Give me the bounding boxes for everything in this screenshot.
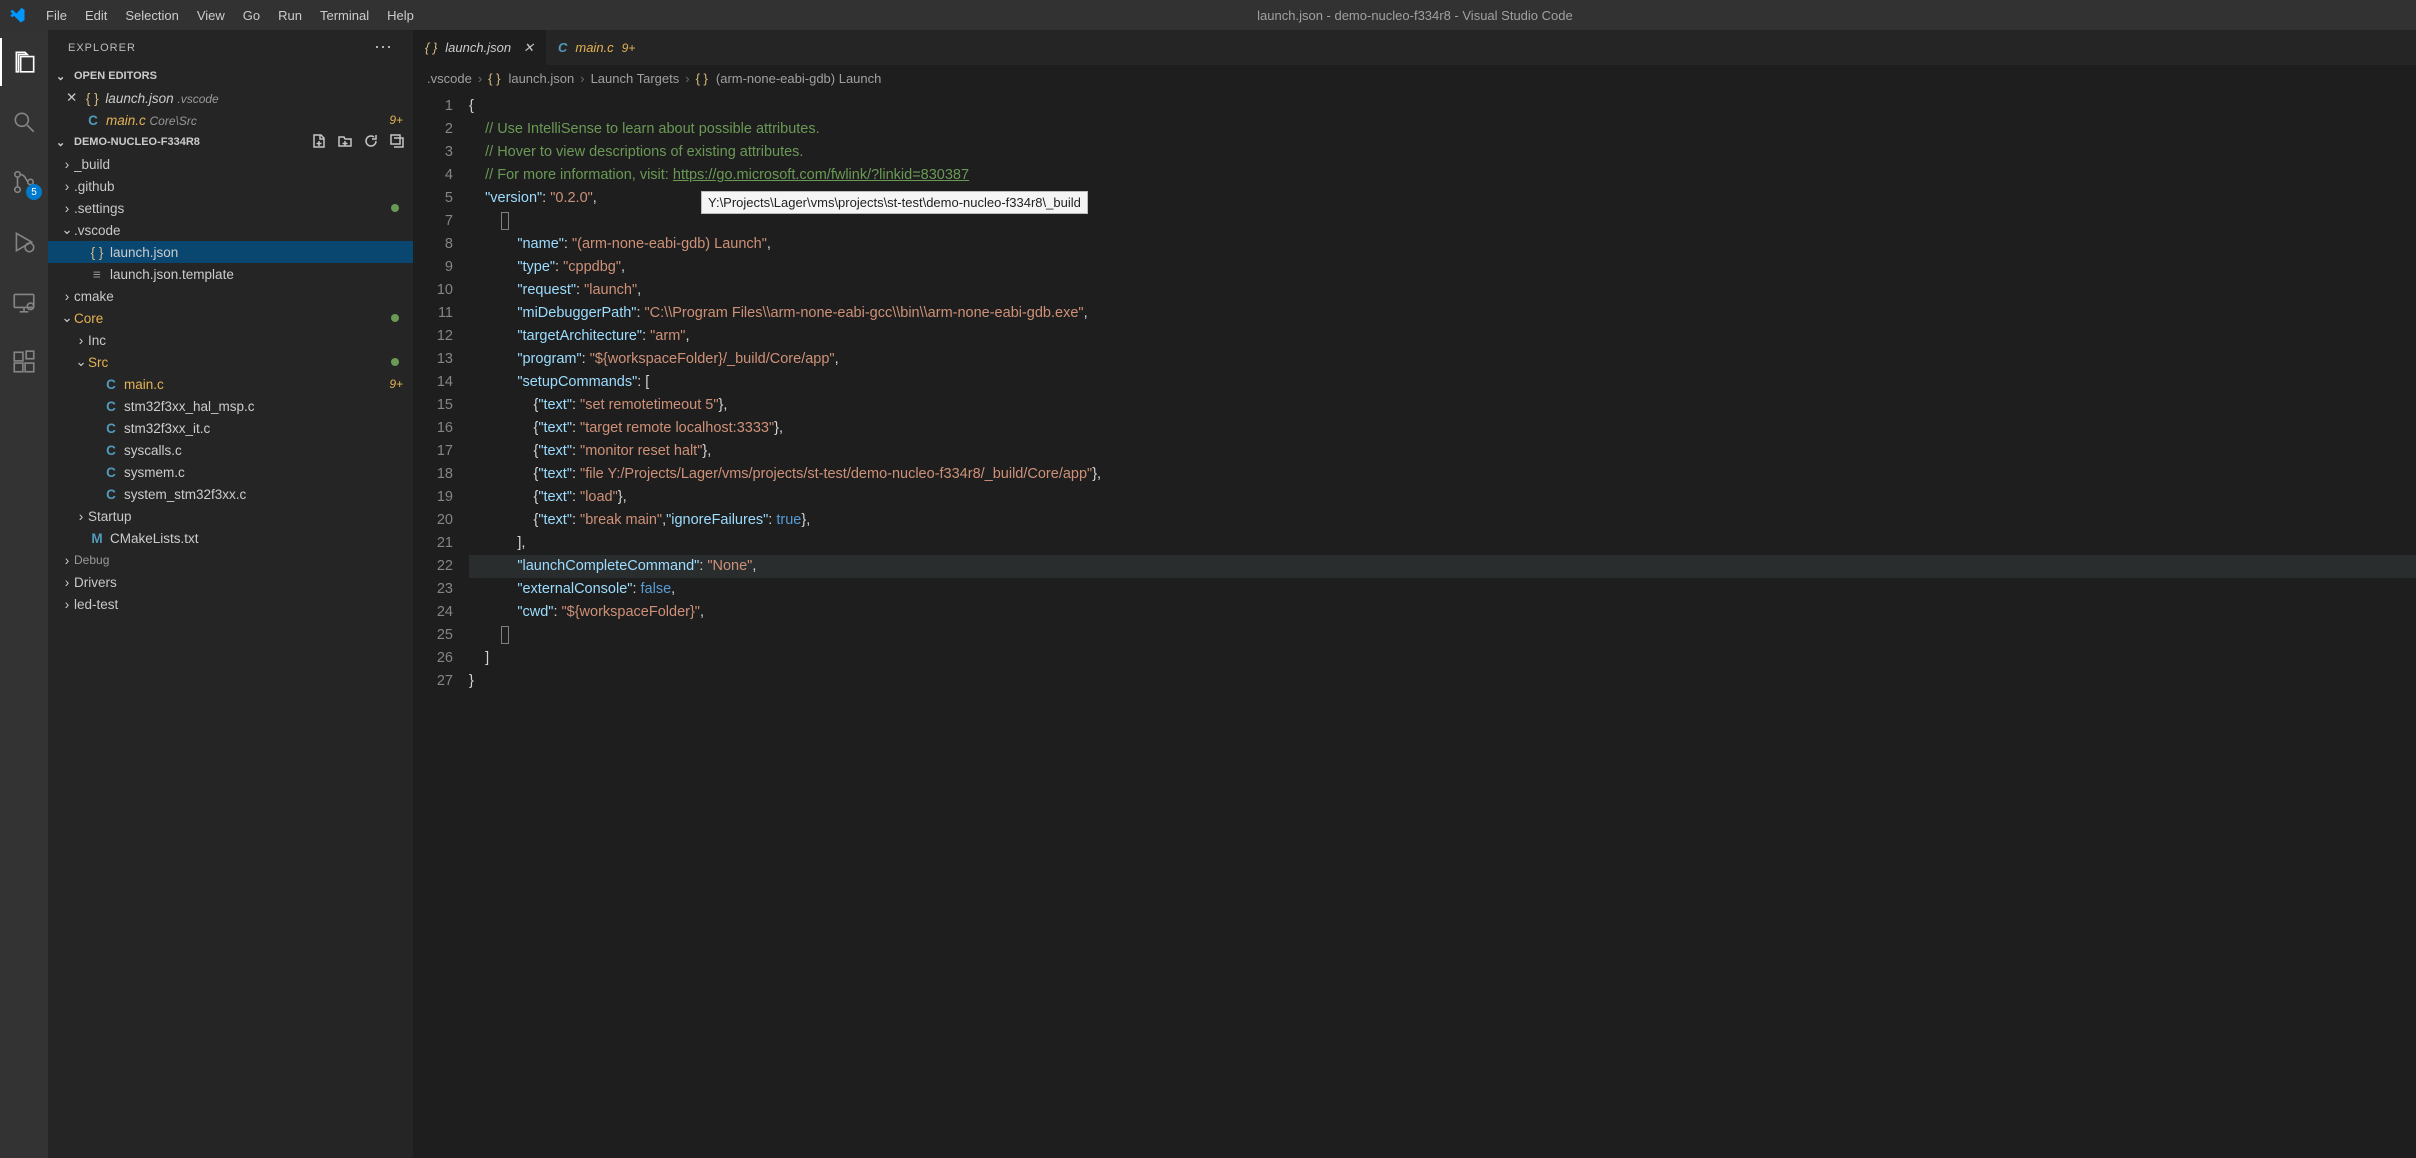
c-file-icon: C bbox=[84, 113, 102, 128]
menu-edit[interactable]: Edit bbox=[77, 4, 115, 27]
more-icon[interactable]: ⋯ bbox=[374, 37, 393, 58]
scm-badge: 5 bbox=[26, 184, 42, 200]
path-tooltip: Y:\Projects\Lager\vms\projects\st-test\d… bbox=[701, 191, 1088, 214]
file-item[interactable]: { }launch.json bbox=[48, 241, 413, 263]
file-item[interactable]: Csystem_stm32f3xx.c bbox=[48, 483, 413, 505]
folder-item[interactable]: ⌄Core bbox=[48, 307, 413, 329]
folder-item[interactable]: ›Debug bbox=[48, 549, 413, 571]
modified-dot-icon bbox=[391, 358, 399, 366]
menu-run[interactable]: Run bbox=[270, 4, 310, 27]
chevron-icon: › bbox=[60, 201, 74, 216]
activity-bar: 5 bbox=[0, 30, 48, 1158]
extensions-icon[interactable] bbox=[0, 338, 48, 386]
file-item[interactable]: ≡launch.json.template bbox=[48, 263, 413, 285]
file-item[interactable]: Cstm32f3xx_hal_msp.c bbox=[48, 395, 413, 417]
breadcrumb-item[interactable]: launch.json bbox=[508, 71, 574, 86]
menu-terminal[interactable]: Terminal bbox=[312, 4, 377, 27]
search-icon[interactable] bbox=[0, 98, 48, 146]
file-item[interactable]: Cmain.c9+ bbox=[48, 373, 413, 395]
project-header[interactable]: ⌄DEMO-NUCLEO-F334R8 bbox=[48, 131, 413, 153]
editor-tab[interactable]: Cmain.c9+ bbox=[546, 30, 647, 65]
vscode-logo-icon bbox=[8, 6, 26, 24]
folder-item[interactable]: ›cmake bbox=[48, 285, 413, 307]
file-item[interactable]: Csyscalls.c bbox=[48, 439, 413, 461]
breadcrumb-item[interactable]: .vscode bbox=[427, 71, 472, 86]
breadcrumb-item[interactable]: Launch Targets bbox=[591, 71, 680, 86]
chevron-icon: › bbox=[74, 509, 88, 524]
remote-icon[interactable] bbox=[0, 278, 48, 326]
file-item[interactable]: Csysmem.c bbox=[48, 461, 413, 483]
explorer-sidebar: EXPLORER ⋯ ⌄OPEN EDITORS ✕ { }launch.json… bbox=[48, 30, 413, 1158]
folder-item[interactable]: ⌄.vscode bbox=[48, 219, 413, 241]
modified-dot-icon bbox=[391, 314, 399, 322]
chevron-icon: › bbox=[60, 157, 74, 172]
explorer-title: EXPLORER bbox=[68, 42, 136, 54]
close-icon[interactable]: ✕ bbox=[66, 90, 77, 106]
menu-help[interactable]: Help bbox=[379, 4, 422, 27]
menu-view[interactable]: View bbox=[189, 4, 233, 27]
file-icon: C bbox=[102, 377, 120, 392]
file-icon: ≡ bbox=[88, 267, 106, 282]
chevron-icon: › bbox=[60, 179, 74, 194]
breadcrumbs[interactable]: .vscode›{ }launch.json›Launch Targets›{ … bbox=[413, 65, 2416, 91]
chevron-icon: ⌄ bbox=[74, 354, 88, 370]
file-icon: C bbox=[558, 40, 567, 55]
folder-item[interactable]: ›led-test bbox=[48, 593, 413, 615]
file-item[interactable]: Cstm32f3xx_it.c bbox=[48, 417, 413, 439]
breadcrumb-icon: { } bbox=[696, 71, 708, 86]
new-folder-icon[interactable] bbox=[337, 133, 353, 152]
file-item[interactable]: MCMakeLists.txt bbox=[48, 527, 413, 549]
breadcrumb-icon: { } bbox=[488, 71, 500, 86]
folder-item[interactable]: ›.settings bbox=[48, 197, 413, 219]
close-icon[interactable]: ✕ bbox=[523, 40, 534, 56]
open-editors-header[interactable]: ⌄OPEN EDITORS bbox=[48, 65, 413, 87]
explorer-icon[interactable] bbox=[0, 38, 48, 86]
file-icon: { } bbox=[88, 245, 106, 260]
editor: { }launch.json✕Cmain.c9+ .vscode›{ }laun… bbox=[413, 30, 2416, 1158]
menu-file[interactable]: File bbox=[38, 4, 75, 27]
folder-item[interactable]: ›.github bbox=[48, 175, 413, 197]
menu-go[interactable]: Go bbox=[235, 4, 268, 27]
open-editor-item[interactable]: ✕{ }launch.json .vscode bbox=[48, 87, 413, 109]
code-editor[interactable]: 1234578910111213141516171819202122232425… bbox=[413, 91, 2416, 1158]
chevron-icon: › bbox=[60, 575, 74, 590]
titlebar: FileEditSelectionViewGoRunTerminalHelp l… bbox=[0, 0, 2416, 30]
editor-tabs: { }launch.json✕Cmain.c9+ bbox=[413, 30, 2416, 65]
new-file-icon[interactable] bbox=[311, 133, 327, 152]
file-icon: C bbox=[102, 487, 120, 502]
folder-item[interactable]: ›_build bbox=[48, 153, 413, 175]
source-control-icon[interactable]: 5 bbox=[0, 158, 48, 206]
file-icon: { } bbox=[425, 40, 437, 55]
folder-item[interactable]: ⌄Src bbox=[48, 351, 413, 373]
file-icon: C bbox=[102, 421, 120, 436]
menu-selection[interactable]: Selection bbox=[117, 4, 186, 27]
modified-dot-icon bbox=[391, 204, 399, 212]
open-editor-item[interactable]: Cmain.c Core\Src9+ bbox=[48, 109, 413, 131]
chevron-icon: › bbox=[74, 333, 88, 348]
collapse-icon[interactable] bbox=[389, 133, 405, 152]
file-icon: C bbox=[102, 465, 120, 480]
run-debug-icon[interactable] bbox=[0, 218, 48, 266]
editor-tab[interactable]: { }launch.json✕ bbox=[413, 30, 546, 65]
breadcrumb-item[interactable]: (arm-none-eabi-gdb) Launch bbox=[716, 71, 881, 86]
refresh-icon[interactable] bbox=[363, 133, 379, 152]
chevron-icon: › bbox=[60, 289, 74, 304]
file-icon: C bbox=[102, 399, 120, 414]
folder-item[interactable]: ›Startup bbox=[48, 505, 413, 527]
chevron-icon: › bbox=[60, 553, 74, 568]
json-file-icon: { } bbox=[83, 91, 101, 106]
chevron-icon: ⌄ bbox=[60, 222, 74, 238]
folder-item[interactable]: ›Inc bbox=[48, 329, 413, 351]
chevron-icon: ⌄ bbox=[60, 310, 74, 326]
chevron-icon: › bbox=[60, 597, 74, 612]
file-icon: M bbox=[88, 531, 106, 546]
file-icon: C bbox=[102, 443, 120, 458]
folder-item[interactable]: ›Drivers bbox=[48, 571, 413, 593]
window-title: launch.json - demo-nucleo-f334r8 - Visua… bbox=[422, 8, 2408, 23]
